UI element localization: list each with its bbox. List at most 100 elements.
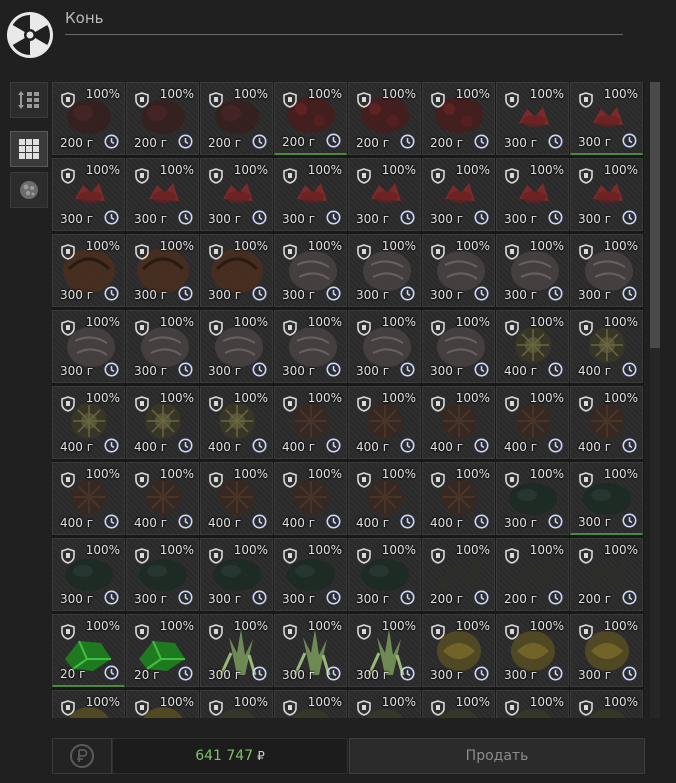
artifact-slot[interactable]: 100% 200 г xyxy=(496,538,569,611)
artifact-slot[interactable]: 100% 200 г xyxy=(200,82,273,155)
clock-icon xyxy=(474,438,489,453)
artifact-slot[interactable]: 100% 200 г xyxy=(422,538,495,611)
artifact-slot[interactable]: 100% 300 г xyxy=(274,234,347,307)
clock-icon xyxy=(178,514,193,529)
artifact-slot[interactable]: 100% xyxy=(348,690,421,718)
artifact-slot[interactable]: 100% 200 г xyxy=(570,538,643,611)
clock-icon xyxy=(104,665,119,680)
shield-icon xyxy=(579,624,593,640)
clock-icon xyxy=(252,438,267,453)
artifact-slot[interactable]: 100% 300 г xyxy=(348,158,421,231)
artifact-slot[interactable]: 100% 400 г xyxy=(570,310,643,383)
artifact-weight: 200 г xyxy=(134,136,168,150)
artifact-slot[interactable]: 100% 200 г xyxy=(52,82,125,155)
artifact-slot[interactable]: 100% xyxy=(570,690,643,718)
artifact-slot[interactable]: 100% 400 г xyxy=(200,462,273,535)
artifact-condition: 100% xyxy=(603,391,638,405)
artifact-slot[interactable]: 100% 400 г xyxy=(274,386,347,459)
artifact-slot[interactable]: 100% 300 г xyxy=(200,538,273,611)
artifact-slot[interactable]: 100% 300 г xyxy=(200,158,273,231)
artifact-slot[interactable]: 100% 400 г xyxy=(348,462,421,535)
artifact-slot[interactable]: 100% xyxy=(52,690,125,718)
artifact-slot[interactable]: 100% 20 г xyxy=(52,614,125,687)
artifact-weight: 400 г xyxy=(134,516,168,530)
artifact-slot[interactable]: 100% 400 г xyxy=(422,462,495,535)
clock-icon xyxy=(622,438,637,453)
artifact-slot[interactable]: 100% 400 г xyxy=(52,386,125,459)
artifact-slot[interactable]: 100% 300 г xyxy=(126,538,199,611)
shield-icon xyxy=(135,396,149,412)
sell-button[interactable]: Продать xyxy=(349,738,645,774)
artifact-slot[interactable]: 100% 300 г xyxy=(274,310,347,383)
refresh-button[interactable] xyxy=(52,738,112,774)
artifact-slot[interactable]: 100% 300 г xyxy=(570,614,643,687)
scrollbar-thumb[interactable] xyxy=(650,82,660,348)
artifact-slot[interactable]: 100% 300 г xyxy=(570,462,643,535)
artifact-slot[interactable]: 100% 300 г xyxy=(52,234,125,307)
artifact-slot[interactable]: 100% 300 г xyxy=(496,82,569,155)
sort-button[interactable] xyxy=(10,82,48,118)
artifact-weight: 300 г xyxy=(60,212,94,226)
scrollbar[interactable] xyxy=(650,82,660,718)
artifact-slot[interactable]: 100% 300 г xyxy=(52,310,125,383)
artifact-slot[interactable]: 100% 200 г xyxy=(422,82,495,155)
clock-icon xyxy=(548,210,563,225)
artifact-slot[interactable]: 100% 400 г xyxy=(52,462,125,535)
artifact-slot[interactable]: 100% 300 г xyxy=(126,310,199,383)
artifact-slot[interactable]: 100% 400 г xyxy=(422,386,495,459)
artifact-condition: 100% xyxy=(529,87,564,101)
artifact-slot[interactable]: 100% 300 г xyxy=(348,234,421,307)
artifact-slot[interactable]: 100% 400 г xyxy=(274,462,347,535)
artifact-slot[interactable]: 100% 400 г xyxy=(496,386,569,459)
artifact-slot[interactable]: 100% 300 г xyxy=(422,310,495,383)
artifact-slot[interactable]: 100% 300 г xyxy=(422,158,495,231)
artifact-slot[interactable]: 100% 400 г xyxy=(126,462,199,535)
artifact-slot[interactable]: 100% 300 г xyxy=(126,234,199,307)
artifact-weight: 20 г xyxy=(60,667,86,681)
artifact-slot[interactable]: 100% 300 г xyxy=(52,158,125,231)
artifact-slot[interactable]: 100% 300 г xyxy=(348,310,421,383)
shield-icon xyxy=(357,624,371,640)
artifact-slot[interactable]: 100% 400 г xyxy=(348,386,421,459)
grid-view-button[interactable] xyxy=(10,131,48,167)
artifact-slot[interactable]: 100% 400 г xyxy=(570,386,643,459)
artifact-slot[interactable]: 100% 400 г xyxy=(126,386,199,459)
artifact-slot[interactable]: 100% 300 г xyxy=(274,158,347,231)
artifact-slot[interactable]: 100% 300 г xyxy=(126,158,199,231)
shield-icon xyxy=(61,472,75,488)
artifact-slot[interactable]: 100% 300 г xyxy=(422,234,495,307)
shield-icon xyxy=(209,92,223,108)
artifact-slot[interactable]: 100% 300 г xyxy=(570,82,643,155)
artifact-slot[interactable]: 100% 300 г xyxy=(570,158,643,231)
artifact-slot[interactable]: 100% 300 г xyxy=(52,538,125,611)
artifact-slot[interactable]: 100% 400 г xyxy=(200,386,273,459)
artifact-slot[interactable]: 100% 300 г xyxy=(570,234,643,307)
shield-icon xyxy=(283,472,297,488)
artifact-slot[interactable]: 100% xyxy=(496,690,569,718)
artifact-slot[interactable]: 100% xyxy=(200,690,273,718)
artifact-slot[interactable]: 100% 200 г xyxy=(126,82,199,155)
artifact-slot[interactable]: 100% xyxy=(126,690,199,718)
artifact-slot[interactable]: 100% 300 г xyxy=(200,234,273,307)
artifact-slot[interactable]: 100% 300 г xyxy=(496,234,569,307)
artifact-slot[interactable]: 100% 300 г xyxy=(496,614,569,687)
artifact-slot[interactable]: 100% 200 г xyxy=(274,82,347,155)
clock-icon xyxy=(548,134,563,149)
artifact-slot[interactable]: 100% 300 г xyxy=(274,538,347,611)
search-input[interactable]: Конь xyxy=(65,6,623,35)
artifact-slot[interactable]: 100% 300 г xyxy=(348,538,421,611)
artifact-slot[interactable]: 100% 400 г xyxy=(496,310,569,383)
artifact-slot[interactable]: 100% 300 г xyxy=(496,158,569,231)
artifact-slot[interactable]: 100% 300 г xyxy=(422,614,495,687)
artifact-weight: 300 г xyxy=(578,135,612,149)
artifact-slot[interactable]: 100% xyxy=(422,690,495,718)
artifact-slot[interactable]: 100% xyxy=(274,690,347,718)
artifact-category-button[interactable] xyxy=(10,172,48,208)
artifact-slot[interactable]: 100% 300 г xyxy=(200,614,273,687)
artifact-slot[interactable]: 100% 300 г xyxy=(200,310,273,383)
artifact-slot[interactable]: 100% 20 г xyxy=(126,614,199,687)
artifact-slot[interactable]: 100% 200 г xyxy=(348,82,421,155)
artifact-slot[interactable]: 100% 300 г xyxy=(348,614,421,687)
artifact-slot[interactable]: 100% 300 г xyxy=(274,614,347,687)
artifact-slot[interactable]: 100% 300 г xyxy=(496,462,569,535)
